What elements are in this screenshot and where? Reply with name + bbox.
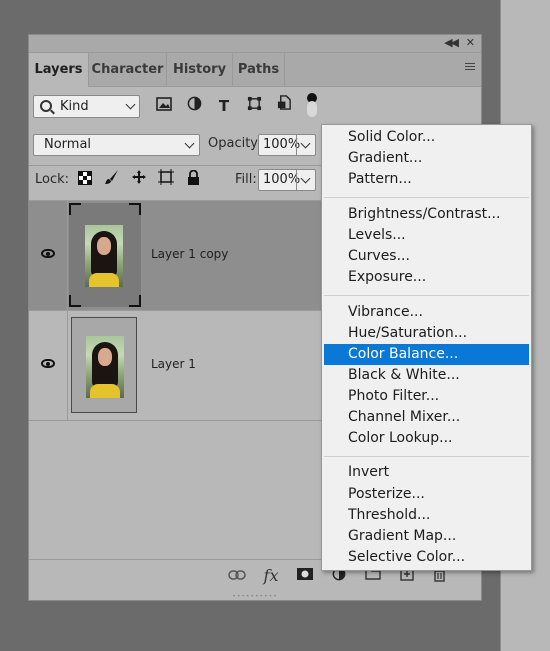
lock-position-icon[interactable] bbox=[128, 169, 150, 191]
menu-item-channel-mixer[interactable]: Channel Mixer... bbox=[324, 407, 529, 428]
portrait-thumbnail-image bbox=[86, 336, 124, 398]
menu-separator bbox=[324, 456, 529, 457]
lock-all-icon[interactable] bbox=[182, 169, 204, 191]
opacity-label: Opacity: bbox=[208, 136, 262, 151]
lock-artboard-icon[interactable] bbox=[155, 169, 177, 191]
close-icon[interactable]: ✕ bbox=[466, 36, 475, 50]
adjustment-filter-icon[interactable] bbox=[183, 95, 205, 117]
menu-item-gradient[interactable]: Gradient... bbox=[324, 148, 529, 169]
kind-label: Kind bbox=[60, 99, 89, 114]
fill-value: 100% bbox=[263, 172, 301, 187]
search-icon bbox=[40, 100, 52, 112]
menu-item-brightness-contrast[interactable]: Brightness/Contrast... bbox=[324, 204, 529, 225]
blend-mode-select[interactable]: Normal bbox=[33, 134, 200, 156]
menu-item-hue-saturation[interactable]: Hue/Saturation... bbox=[324, 323, 529, 344]
layer-mask-icon[interactable] bbox=[295, 567, 315, 585]
tab-history[interactable]: History bbox=[167, 53, 233, 86]
panel-titlebar[interactable]: ◀◀ ✕ bbox=[29, 35, 481, 53]
smart-object-filter-icon[interactable] bbox=[273, 95, 295, 117]
new-adjustment-layer-menu: Solid Color... Gradient... Pattern... Br… bbox=[321, 124, 532, 571]
menu-item-selective-color[interactable]: Selective Color... bbox=[324, 547, 529, 568]
visibility-eye-icon[interactable] bbox=[41, 249, 55, 258]
blend-mode-value: Normal bbox=[44, 137, 92, 152]
lock-image-pixels-icon[interactable] bbox=[101, 169, 123, 191]
collapse-icon[interactable]: ◀◀ bbox=[444, 36, 459, 50]
menu-item-levels[interactable]: Levels... bbox=[324, 225, 529, 246]
link-layers-icon[interactable] bbox=[227, 567, 247, 585]
filter-kind-select[interactable]: Kind bbox=[33, 95, 140, 118]
image-filter-icon[interactable] bbox=[153, 95, 175, 117]
panel-tabs: Layers Character History Paths bbox=[29, 53, 481, 87]
menu-item-vibrance[interactable]: Vibrance... bbox=[324, 302, 529, 323]
opacity-field[interactable]: 100% bbox=[258, 134, 316, 156]
menu-item-photo-filter[interactable]: Photo Filter... bbox=[324, 386, 529, 407]
row-divider bbox=[67, 201, 68, 310]
portrait-thumbnail-image bbox=[85, 225, 123, 287]
opacity-value: 100% bbox=[263, 137, 301, 152]
tab-paths[interactable]: Paths bbox=[233, 53, 285, 86]
filter-toggle[interactable] bbox=[307, 93, 317, 119]
menu-item-pattern[interactable]: Pattern... bbox=[324, 169, 529, 190]
menu-item-color-balance[interactable]: Color Balance... bbox=[324, 344, 529, 365]
shape-filter-icon[interactable] bbox=[243, 95, 265, 117]
menu-separator bbox=[324, 295, 529, 296]
fill-field[interactable]: 100% bbox=[258, 169, 316, 191]
menu-item-posterize[interactable]: Posterize... bbox=[324, 484, 529, 505]
panel-menu-icon[interactable] bbox=[465, 63, 475, 71]
row-divider bbox=[67, 311, 68, 420]
layer-thumbnail[interactable] bbox=[71, 317, 137, 413]
menu-item-threshold[interactable]: Threshold... bbox=[324, 505, 529, 526]
menu-item-black-white[interactable]: Black & White... bbox=[324, 365, 529, 386]
layer-name[interactable]: Layer 1 bbox=[151, 357, 196, 371]
menu-separator bbox=[324, 197, 529, 198]
layer-name[interactable]: Layer 1 copy bbox=[151, 247, 228, 261]
fill-label: Fill: bbox=[235, 172, 257, 187]
tab-layers[interactable]: Layers bbox=[29, 53, 89, 87]
menu-item-solid-color[interactable]: Solid Color... bbox=[324, 127, 529, 148]
fill-dropdown[interactable] bbox=[296, 170, 315, 190]
menu-item-gradient-map[interactable]: Gradient Map... bbox=[324, 526, 529, 547]
panel-resize-grip[interactable]: •••••••••• bbox=[29, 593, 481, 601]
filter-row: Kind T bbox=[29, 87, 481, 127]
menu-item-invert[interactable]: Invert bbox=[324, 462, 529, 483]
menu-item-curves[interactable]: Curves... bbox=[324, 246, 529, 267]
layer-thumbnail[interactable] bbox=[69, 203, 141, 307]
fx-icon[interactable]: fx bbox=[261, 567, 281, 585]
tab-character[interactable]: Character bbox=[89, 53, 167, 86]
chevron-down-icon bbox=[184, 138, 195, 149]
lock-transparent-pixels-icon[interactable] bbox=[74, 169, 96, 191]
type-filter-icon[interactable]: T bbox=[213, 95, 235, 117]
lock-label: Lock: bbox=[35, 172, 70, 187]
chevron-down-icon bbox=[125, 99, 136, 110]
visibility-eye-icon[interactable] bbox=[41, 359, 55, 368]
menu-item-color-lookup[interactable]: Color Lookup... bbox=[324, 428, 529, 449]
menu-item-exposure[interactable]: Exposure... bbox=[324, 267, 529, 288]
opacity-dropdown[interactable] bbox=[296, 135, 315, 155]
